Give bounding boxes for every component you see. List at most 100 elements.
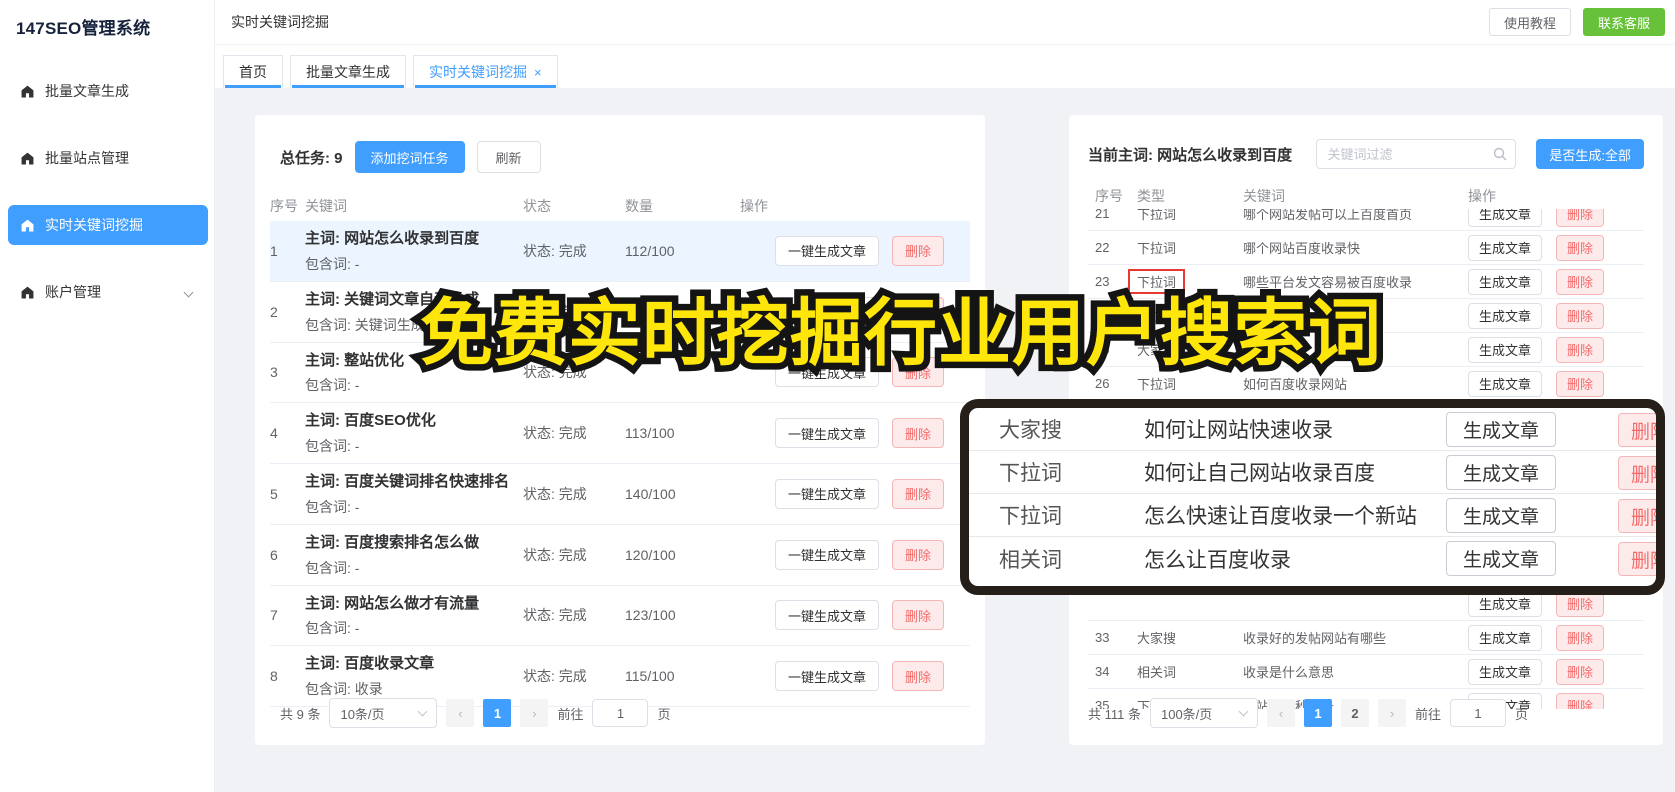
page-number-button[interactable]: 1 [1303, 699, 1332, 727]
delete-button[interactable]: 删除 [1556, 370, 1605, 397]
delete-button[interactable]: 删除 [1556, 234, 1605, 261]
prev-page-button[interactable]: ‹ [1266, 699, 1295, 727]
tutorial-button[interactable]: 使用教程 [1488, 8, 1571, 36]
delete-button[interactable]: 删除 [892, 235, 945, 266]
sidebar-item[interactable]: 实时关键词挖掘 [8, 205, 208, 245]
tab[interactable]: 首页 [223, 55, 283, 88]
task-keyword-cell: 主词: 百度SEO优化 包含词: - [305, 410, 523, 456]
tab[interactable]: 实时关键词挖掘 × [413, 55, 558, 88]
close-icon[interactable]: × [534, 66, 542, 79]
include-word: 包含词: - [305, 255, 360, 272]
keyword-type: 下拉词 [1137, 309, 1177, 324]
keyword-filter-input[interactable] [1316, 139, 1517, 169]
goto-page-input[interactable] [1450, 699, 1506, 727]
delete-button[interactable]: 删除 [892, 600, 945, 631]
generate-article-button[interactable]: 一键生成文章 [775, 539, 880, 570]
task-table-row[interactable]: 3 主词: 整站优化 包含词: - 状态: 完成 一键生成文章 删除 [270, 343, 970, 404]
delete-button[interactable]: 删除 [1556, 658, 1605, 685]
task-table-row[interactable]: 2 主词: 关键词文章自动生成 包含词: 关键词生成 状态: 完成 100/10… [270, 282, 970, 343]
generate-article-button[interactable]: 生成文章 [1468, 234, 1543, 261]
keyword-table-row: 34 相关词 收录是什么意思 生成文章 删除 [1088, 655, 1644, 689]
keyword-text: 如何百度收录网站 [1243, 377, 1348, 392]
next-page-button[interactable]: › [520, 699, 549, 727]
task-table-row[interactable]: 6 主词: 百度搜索排名怎么做 包含词: - 状态: 完成 120/100 一键… [270, 525, 970, 586]
delete-button[interactable]: 删除 [892, 661, 945, 692]
row-index: 1 [270, 242, 278, 259]
generate-article-button[interactable]: 生成文章 [1468, 370, 1543, 397]
generate-article-button[interactable]: 一键生成文章 [775, 600, 880, 631]
delete-button[interactable]: 删除 [1556, 268, 1605, 295]
keyword-text: 收录是什么意思 [1243, 665, 1335, 680]
keyword-type: 下拉词 [999, 462, 1062, 485]
delete-button[interactable]: 删除 [892, 418, 945, 449]
page-size-select[interactable]: 100条/页 [1149, 698, 1258, 728]
prev-page-button[interactable]: ‹ [446, 699, 475, 727]
add-task-button[interactable]: 添加挖词任务 [354, 141, 465, 173]
goto-page-input[interactable] [592, 699, 649, 727]
column-keyword: 关键词 [305, 198, 347, 214]
chevron-down-icon [1238, 706, 1249, 717]
next-page-button[interactable]: › [1377, 699, 1406, 727]
delete-button[interactable]: 删除 [1556, 209, 1605, 227]
keyword-type: 下拉词 [1128, 269, 1186, 294]
main-word: 主词: 百度SEO优化 [305, 412, 436, 430]
sidebar-item[interactable]: 批量站点管理 [8, 138, 208, 178]
sidebar-item-label: 批量站点管理 [45, 150, 129, 166]
keyword-table-row: 25 大家搜 生成文章 删除 [1088, 333, 1644, 367]
delete-button[interactable]: 删除 [892, 296, 945, 327]
task-table-row[interactable]: 4 主词: 百度SEO优化 包含词: - 状态: 完成 113/100 一键生成… [270, 403, 970, 464]
tab[interactable]: 批量文章生成 [290, 55, 406, 88]
refresh-button[interactable]: 刷新 [476, 141, 541, 173]
generate-article-button[interactable]: 一键生成文章 [775, 357, 880, 388]
generate-filter-button[interactable]: 是否生成:全部 [1536, 139, 1644, 169]
generate-article-button[interactable]: 一键生成文章 [775, 418, 880, 449]
delete-button[interactable]: 删除 [1556, 692, 1605, 709]
generate-article-button[interactable]: 生成文章 [1468, 268, 1543, 295]
keyword-text: 收录好的发帖网站有哪些 [1243, 631, 1387, 646]
page-size-select[interactable]: 10条/页 [329, 698, 438, 728]
delete-button[interactable]: 删除 [892, 539, 945, 570]
generate-article-button[interactable]: 一键生成文章 [775, 661, 880, 692]
delete-button[interactable]: 删除 [1556, 336, 1605, 363]
task-toolbar: 总任务: 9 添加挖词任务 刷新 [280, 141, 970, 173]
row-operations: 生成文章 删除 [1468, 209, 1644, 227]
page-number-button[interactable]: 2 [1340, 699, 1369, 727]
sidebar-menu: 批量文章生成 批量站点管理 实时关键词挖掘 账户管理 [0, 71, 214, 312]
sidebar-item[interactable]: 账户管理 [8, 272, 208, 312]
generate-article-button[interactable]: 生成文章 [1468, 209, 1543, 227]
delete-button[interactable]: 删除 [892, 357, 945, 388]
delete-button[interactable]: 删除 [1556, 302, 1605, 329]
contact-support-button[interactable]: 联系客服 [1582, 8, 1665, 36]
delete-button[interactable]: 删除 [892, 478, 945, 509]
generate-article-button[interactable]: 一键生成文章 [775, 235, 880, 266]
home-icon [21, 219, 34, 231]
sidebar-item-label: 批量文章生成 [45, 83, 129, 99]
sidebar-item[interactable]: 批量文章生成 [8, 71, 208, 111]
page-number-button[interactable]: 1 [483, 699, 512, 727]
keyword-panel-header: 当前主词: 网站怎么收录到百度 是否生成:全部 [1088, 139, 1644, 169]
generate-article-button[interactable]: 一键生成文章 [775, 478, 880, 509]
row-index: 25 [1095, 342, 1110, 357]
column-status: 状态 [523, 198, 551, 214]
delete-button[interactable]: 删除 [1556, 624, 1605, 651]
task-keyword-cell: 主词: 百度收录文章 包含词: 收录 [305, 653, 523, 699]
row-index: 2 [270, 303, 278, 320]
generate-article-button[interactable]: 生成文章 [1468, 336, 1543, 363]
task-status: 状态: 完成 [523, 242, 587, 259]
main-word: 主词: 百度收录文章 [305, 655, 435, 673]
generate-article-button[interactable]: 生成文章 [1468, 302, 1543, 329]
task-table-row[interactable]: 1 主词: 网站怎么收录到百度 包含词: - 状态: 完成 112/100 一键… [270, 221, 970, 282]
keyword-type: 下拉词 [999, 505, 1062, 528]
generate-article-button[interactable]: 一键生成文章 [775, 296, 880, 327]
generate-article-button[interactable]: 生成文章 [1468, 658, 1543, 685]
total-tasks-value: 9 [334, 149, 343, 167]
keyword-type: 大家搜 [1137, 343, 1177, 358]
row-index: 22 [1095, 240, 1110, 255]
tab-label: 实时关键词挖掘 [429, 64, 527, 80]
column-id: 序号 [270, 198, 298, 214]
task-table-row[interactable]: 5 主词: 百度关键词排名快速排名 包含词: - 状态: 完成 140/100 … [270, 464, 970, 525]
generate-article-button[interactable]: 生成文章 [1468, 624, 1543, 651]
row-operations: 一键生成文章 删除 [740, 357, 970, 388]
keyword-table-row: 21 下拉词 哪个网站发帖可以上百度首页 生成文章 删除 [1088, 209, 1644, 231]
task-table-row[interactable]: 7 主词: 网站怎么做才有流量 包含词: - 状态: 完成 123/100 一键… [270, 586, 970, 647]
